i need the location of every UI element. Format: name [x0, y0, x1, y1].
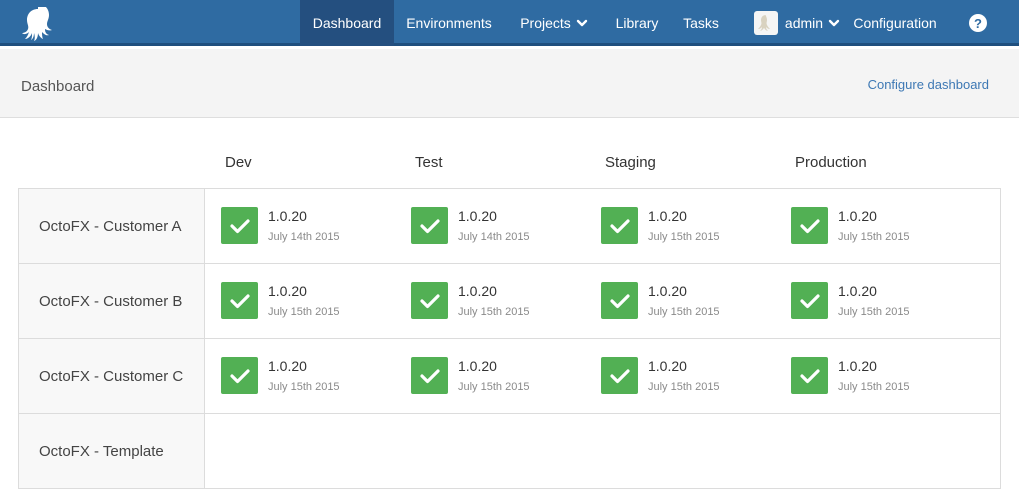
chevron-down-icon: [576, 19, 587, 27]
release-version: 1.0.20: [458, 358, 497, 374]
success-check-icon: [221, 282, 258, 319]
release-version: 1.0.20: [648, 358, 687, 374]
success-check-icon: [221, 357, 258, 394]
configure-dashboard-link[interactable]: Configure dashboard: [868, 77, 989, 92]
help-icon: ?: [969, 14, 987, 32]
env-header-staging: Staging: [605, 154, 656, 171]
success-check-icon: [601, 357, 638, 394]
nav-user-menu[interactable]: admin: [732, 0, 840, 46]
nav-configuration[interactable]: Configuration: [840, 0, 950, 46]
nav-environments-label: Environments: [406, 15, 492, 31]
nav-user-label: admin: [784, 15, 824, 31]
success-check-icon: [411, 357, 448, 394]
page-title: Dashboard: [21, 78, 95, 95]
deployment-date: July 15th 2015: [648, 306, 720, 318]
nav-tasks-label: Tasks: [683, 15, 719, 31]
nav-dashboard-label: Dashboard: [312, 15, 382, 31]
project-name-link[interactable]: OctoFX - Template: [39, 443, 164, 460]
deployment-date: July 15th 2015: [268, 306, 340, 318]
release-version: 1.0.20: [648, 208, 687, 224]
project-name-link[interactable]: OctoFX - Customer C: [39, 368, 183, 385]
project-row: OctoFX - Customer A 1.0.20 July 14th 201…: [19, 189, 1000, 264]
octopus-logo-icon[interactable]: [20, 7, 56, 41]
deployment-date: July 15th 2015: [648, 381, 720, 393]
deployment-date: July 15th 2015: [838, 231, 910, 243]
project-cell: OctoFX - Template: [19, 414, 205, 488]
page-header: Dashboard Configure dashboard: [0, 49, 1019, 118]
deployment-date: July 14th 2015: [268, 231, 340, 243]
success-check-icon: [791, 357, 828, 394]
project-name-link[interactable]: OctoFX - Customer B: [39, 293, 182, 310]
env-header-test: Test: [415, 154, 443, 171]
env-header-production: Production: [795, 154, 867, 171]
nav-projects[interactable]: Projects: [504, 0, 604, 46]
success-check-icon: [601, 207, 638, 244]
success-check-icon: [411, 207, 448, 244]
deployment-date: July 15th 2015: [458, 306, 530, 318]
release-version: 1.0.20: [838, 208, 877, 224]
deployment-date: July 14th 2015: [458, 231, 530, 243]
deployment-date: July 15th 2015: [268, 381, 340, 393]
deployment-date: July 15th 2015: [648, 231, 720, 243]
release-version: 1.0.20: [268, 358, 307, 374]
release-version: 1.0.20: [458, 283, 497, 299]
avatar: [754, 11, 778, 35]
release-version: 1.0.20: [838, 283, 877, 299]
deployment-date: July 15th 2015: [838, 306, 910, 318]
project-row: OctoFX - Customer B 1.0.20 July 15th 201…: [19, 264, 1000, 339]
success-check-icon: [791, 207, 828, 244]
project-cell: OctoFX - Customer B: [19, 264, 205, 338]
project-row: OctoFX - Customer C 1.0.20 July 15th 201…: [19, 339, 1000, 414]
release-version: 1.0.20: [268, 208, 307, 224]
success-check-icon: [601, 282, 638, 319]
release-version: 1.0.20: [268, 283, 307, 299]
project-cell: OctoFX - Customer C: [19, 339, 205, 413]
project-row: OctoFX - Template: [19, 414, 1000, 488]
release-version: 1.0.20: [838, 358, 877, 374]
nav-library-label: Library: [615, 15, 659, 31]
chevron-down-icon: [828, 19, 840, 27]
deployment-date: July 15th 2015: [458, 381, 530, 393]
release-version: 1.0.20: [648, 283, 687, 299]
nav-projects-label: Projects: [520, 15, 571, 31]
nav-library[interactable]: Library: [604, 0, 670, 46]
deployment-date: July 15th 2015: [838, 381, 910, 393]
nav-tasks[interactable]: Tasks: [670, 0, 732, 46]
nav-environments[interactable]: Environments: [394, 0, 504, 46]
user-avatar-icon: [757, 15, 770, 31]
release-version: 1.0.20: [458, 208, 497, 224]
help-button[interactable]: ?: [950, 0, 1006, 46]
env-header-dev: Dev: [225, 154, 252, 171]
nav-dashboard[interactable]: Dashboard: [300, 0, 394, 46]
success-check-icon: [791, 282, 828, 319]
success-check-icon: [221, 207, 258, 244]
project-name-link[interactable]: OctoFX - Customer A: [39, 218, 182, 235]
nav-configuration-label: Configuration: [853, 15, 937, 31]
dashboard-grid: OctoFX - Customer A 1.0.20 July 14th 201…: [18, 188, 1001, 489]
project-cell: OctoFX - Customer A: [19, 189, 205, 263]
top-navbar: Dashboard Environments Projects Library …: [0, 0, 1019, 46]
success-check-icon: [411, 282, 448, 319]
